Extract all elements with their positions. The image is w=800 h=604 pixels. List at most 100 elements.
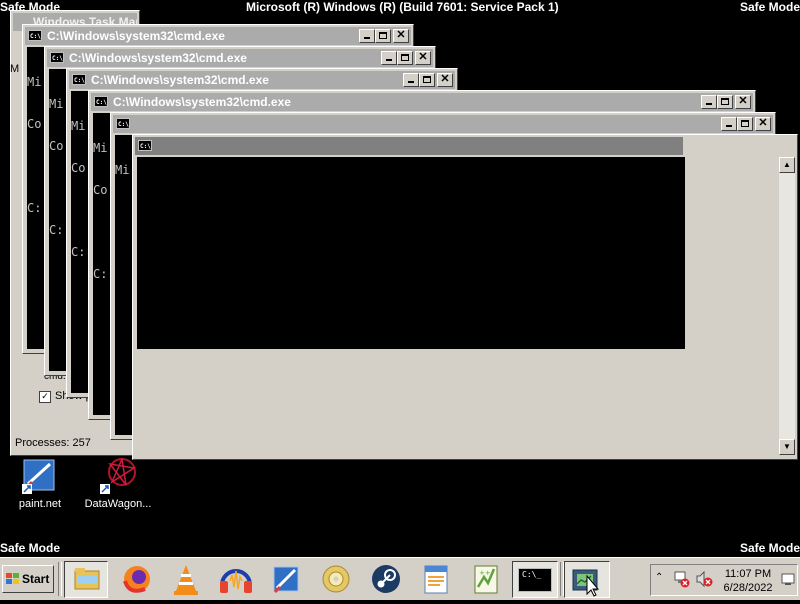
minimize-button[interactable]	[359, 29, 375, 43]
cmd-icon: C:\_	[72, 74, 86, 85]
cmd-window-5-titlebar[interactable]: C:\_ ✕	[113, 115, 773, 133]
scroll-down-button[interactable]: ▼	[779, 439, 795, 455]
close-icon: ✕	[440, 73, 450, 85]
desktop-icon-paint-net[interactable]: paint.net	[0, 458, 80, 510]
taskbar-firefox-button[interactable]	[115, 561, 159, 598]
close-button[interactable]: ✕	[735, 95, 751, 109]
notification-area: ⌃ 11:07 PM 6/28/2022	[650, 564, 798, 596]
close-button[interactable]: ✕	[415, 51, 431, 65]
task-manager-icon	[572, 569, 600, 597]
cmd-window-1-titlebar[interactable]: C:\_ C:\Windows\system32\cmd.exe ✕	[25, 27, 411, 45]
network-error-icon[interactable]	[673, 570, 691, 588]
steam-icon	[372, 565, 400, 593]
maximize-icon	[721, 98, 729, 105]
close-button[interactable]: ✕	[393, 29, 409, 43]
cmd-icon: C:\_	[50, 52, 64, 63]
cmd-window-6-console[interactable]	[137, 157, 685, 349]
maximize-icon	[401, 54, 409, 61]
svg-text:++: ++	[479, 569, 491, 577]
taskbar-divider	[58, 562, 62, 596]
maximize-button[interactable]	[419, 73, 435, 87]
desktop-icon-label: DataWagon...	[84, 498, 152, 510]
show-processes-checkbox[interactable]: ✓	[39, 391, 51, 403]
disc-icon	[322, 565, 350, 593]
folder-icon	[74, 568, 100, 590]
datawagon-icon	[100, 456, 137, 494]
close-icon: ✕	[758, 117, 768, 129]
cmd-window-6[interactable]: C:\_ ▲ ▼	[132, 134, 798, 460]
close-icon: ✕	[396, 29, 406, 41]
taskbar-explorer-button[interactable]	[64, 561, 108, 598]
audacity-icon	[220, 569, 252, 593]
desktop-icon-label: paint.net	[18, 498, 62, 510]
safe-mode-label-bottom-right: Safe Mode	[739, 541, 800, 555]
taskbar-wordpad-button[interactable]	[414, 561, 458, 598]
cmd-window-4-titlebar[interactable]: C:\_ C:\Windows\system32\cmd.exe ✕	[91, 93, 753, 111]
minimize-button[interactable]	[721, 117, 737, 131]
minimize-icon	[706, 103, 712, 105]
taskbar-disc-button[interactable]	[314, 561, 358, 598]
safe-mode-label-top-right: Safe Mode	[739, 0, 800, 14]
vertical-scrollbar[interactable]: ▲ ▼	[779, 157, 795, 455]
processes-count-status: Processes: 257	[15, 437, 91, 449]
close-button[interactable]: ✕	[755, 117, 771, 131]
minimize-icon	[364, 37, 370, 39]
maximize-icon	[741, 120, 749, 127]
cmd-window-4-title: C:\Windows\system32\cmd.exe	[113, 95, 291, 109]
cmd-window-1-title: C:\Windows\system32\cmd.exe	[47, 29, 225, 43]
taskbar-cmd-button[interactable]: C:\_	[512, 561, 558, 598]
taskbar-task-manager-button[interactable]	[564, 561, 610, 598]
start-button[interactable]: Start	[2, 565, 54, 593]
windows-logo-icon	[6, 573, 20, 585]
safe-mode-build-label: Microsoft (R) Windows (R) (Build 7601: S…	[246, 0, 559, 14]
desktop-icon-datawagon[interactable]: DataWagon...	[78, 456, 158, 510]
start-label: Start	[22, 572, 50, 586]
cmd-icon: C:\_	[28, 30, 42, 41]
cmd-window-6-titlebar[interactable]: C:\_	[135, 137, 683, 155]
close-icon: ✕	[738, 95, 748, 107]
cmd-window-2-titlebar[interactable]: C:\_ C:\Windows\system32\cmd.exe ✕	[47, 49, 433, 67]
maximize-icon	[423, 76, 431, 83]
maximize-button[interactable]	[397, 51, 413, 65]
clock-date: 6/28/2022	[723, 582, 773, 594]
minimize-button[interactable]	[403, 73, 419, 87]
paint-net-icon	[273, 566, 299, 594]
cmd-window-3-title: C:\Windows\system32\cmd.exe	[91, 73, 269, 87]
cmd-icon: C:\_	[138, 140, 152, 151]
firefox-icon	[123, 566, 150, 593]
system-clock[interactable]: 11:07 PM 6/28/2022	[717, 567, 779, 595]
cmd-icon: C:\_	[518, 568, 552, 592]
cmd-window-3-titlebar[interactable]: C:\_ C:\Windows\system32\cmd.exe ✕	[69, 71, 455, 89]
cmd-window-2-title: C:\Windows\system32\cmd.exe	[69, 51, 247, 65]
safe-mode-label-bottom-left: Safe Mode	[0, 541, 61, 555]
minimize-icon	[726, 125, 732, 127]
task-manager-menu-fragment: M	[10, 63, 20, 75]
clock-time: 11:07 PM	[724, 568, 772, 580]
vlc-icon	[174, 565, 198, 595]
minimize-button[interactable]	[701, 95, 717, 109]
volume-muted-icon[interactable]	[695, 570, 713, 588]
taskbar-steam-button[interactable]	[364, 561, 408, 598]
minimize-icon	[408, 81, 414, 83]
taskbar-audacity-button[interactable]	[214, 561, 258, 598]
cmd-icon: C:\_	[94, 96, 108, 107]
close-button[interactable]: ✕	[437, 73, 453, 87]
taskbar-notepad-plus-button[interactable]: ++	[464, 561, 508, 598]
show-hidden-icons-chevron-icon[interactable]: ⌃	[655, 572, 663, 583]
taskbar-paint-net-button[interactable]	[264, 561, 308, 598]
maximize-button[interactable]	[717, 95, 733, 109]
cmd-icon: C:\_	[116, 118, 130, 129]
taskbar: Start ++ C:\_ ⌃ 11:07 PM 6/28/2022	[0, 557, 800, 600]
wordpad-icon	[424, 565, 448, 594]
maximize-button[interactable]	[737, 117, 753, 131]
minimize-icon	[386, 59, 392, 61]
scroll-up-button[interactable]: ▲	[779, 157, 795, 173]
show-desktop-icon[interactable]	[781, 572, 795, 586]
close-icon: ✕	[418, 51, 428, 63]
maximize-icon	[379, 32, 387, 39]
taskbar-vlc-button[interactable]	[164, 561, 208, 598]
notepad-plus-icon: ++	[474, 565, 498, 594]
maximize-button[interactable]	[375, 29, 391, 43]
minimize-button[interactable]	[381, 51, 397, 65]
paint-net-icon	[22, 458, 58, 494]
